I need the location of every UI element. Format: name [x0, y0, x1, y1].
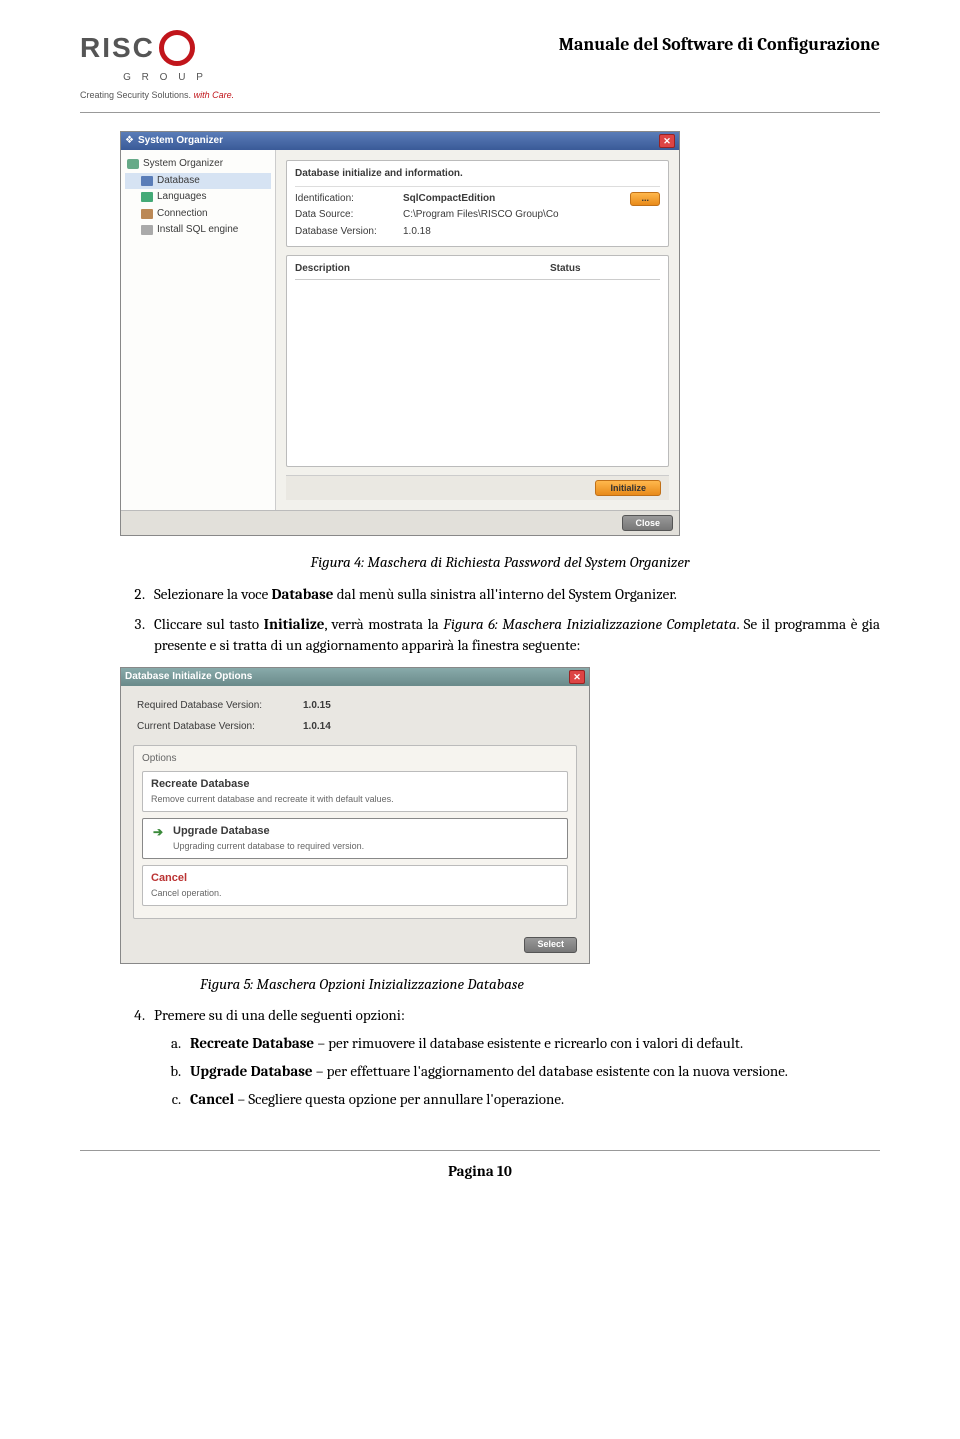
step-4b: Upgrade Database – per effettuare l'aggi… — [184, 1061, 880, 1083]
tree-install-sql[interactable]: Install SQL engine — [125, 222, 271, 239]
step-4c: Cancel – Scegliere questa opzione per an… — [184, 1089, 880, 1111]
step-4: Premere su di una delle seguenti opzioni… — [148, 1005, 880, 1110]
initialize-button[interactable]: Initialize — [595, 480, 661, 496]
close-icon[interactable]: ✕ — [659, 134, 675, 148]
select-button[interactable]: Select — [524, 937, 577, 953]
dialog-titlebar: Database Initialize Options ✕ — [121, 668, 589, 686]
logo-ring-icon — [159, 30, 195, 66]
sidebar-tree: System Organizer Database Languages Conn… — [121, 150, 276, 510]
status-panel: Description Status — [286, 255, 669, 467]
screenshot-system-organizer: ❖ System Organizer ✕ System Organizer Da… — [120, 131, 680, 536]
tree-database[interactable]: Database — [125, 173, 271, 190]
browse-button[interactable]: ... — [630, 192, 660, 206]
tree-languages[interactable]: Languages — [125, 189, 271, 206]
page-header: RISC G R O U P Creating Security Solutio… — [80, 28, 880, 102]
footer-rule — [80, 1150, 880, 1151]
close-button[interactable]: Close — [622, 515, 673, 531]
connection-icon — [141, 209, 153, 219]
dialog-title: Database Initialize Options — [125, 670, 569, 685]
db-info-panel: Database initialize and information. Ide… — [286, 160, 669, 247]
page-number: Pagina 10 — [80, 1161, 880, 1183]
organizer-icon — [127, 159, 139, 169]
option-cancel[interactable]: Cancel Cancel operation. — [142, 865, 568, 906]
close-icon[interactable]: ✕ — [569, 670, 585, 684]
step-2: Selezionare la voce Database dal menù su… — [148, 584, 880, 606]
col-description: Description — [295, 262, 550, 277]
tree-root[interactable]: System Organizer — [125, 156, 271, 173]
header-rule — [80, 112, 880, 113]
window-titlebar: ❖ System Organizer ✕ — [121, 132, 679, 150]
option-upgrade[interactable]: ➔ Upgrade Database Upgrading current dat… — [142, 818, 568, 859]
figure-5-caption: Figura 5: Maschera Opzioni Inizializzazi… — [120, 974, 880, 996]
arrow-right-icon: ➔ — [151, 826, 165, 840]
tree-connection[interactable]: Connection — [125, 206, 271, 223]
step-4a: Recreate Database – per rimuovere il dat… — [184, 1033, 880, 1055]
db-info-head: Database initialize and information. — [295, 167, 660, 187]
figure-4-caption: Figura 4: Maschera di Richiesta Password… — [120, 552, 880, 574]
option-recreate[interactable]: Recreate Database Remove current databas… — [142, 771, 568, 812]
step-3: Cliccare sul tasto Initialize, verrà mos… — [148, 614, 880, 658]
database-icon — [141, 176, 153, 186]
instruction-list: Selezionare la voce Database dal menù su… — [148, 584, 880, 657]
col-status: Status — [550, 262, 660, 277]
logo-tagline: Creating Security Solutions. with Care. — [80, 89, 250, 102]
options-head: Options — [142, 752, 568, 771]
logo: RISC G R O U P Creating Security Solutio… — [80, 28, 250, 102]
screenshot-db-initialize-options: Database Initialize Options ✕ Required D… — [120, 667, 590, 963]
sql-icon — [141, 225, 153, 235]
window-title: System Organizer — [138, 134, 659, 149]
languages-icon — [141, 192, 153, 202]
options-panel: Options Recreate Database Remove current… — [133, 745, 577, 918]
logo-text: RISC — [80, 28, 155, 69]
snowflake-icon: ❖ — [125, 134, 134, 149]
doc-title: Manuale del Software di Configurazione — [250, 28, 880, 58]
logo-group: G R O U P — [80, 71, 250, 86]
